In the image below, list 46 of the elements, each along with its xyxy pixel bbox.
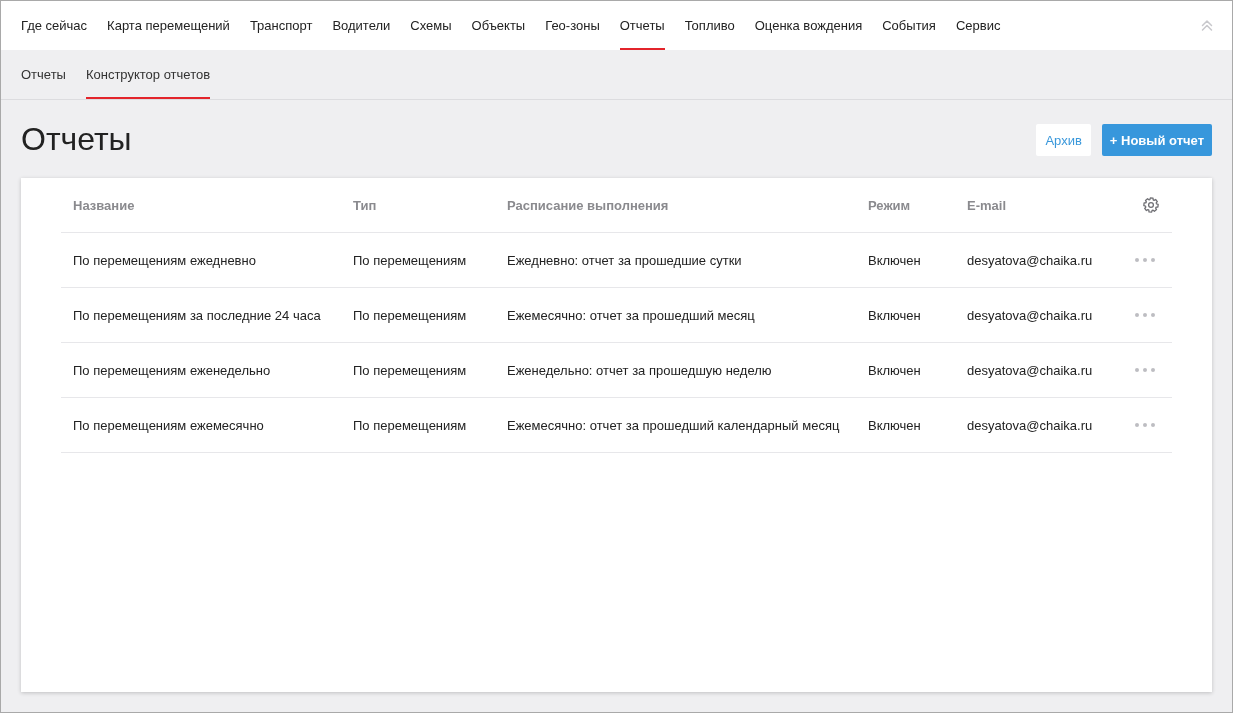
column-header: Тип [352, 197, 377, 213]
nav-tab[interactable]: Транспорт [249, 1, 313, 50]
table-cell-text: desyatova@chaika.ru [966, 417, 1093, 433]
table-cell-text: По перемещениям еженедельно [72, 362, 271, 378]
settings-icon[interactable] [1143, 197, 1159, 213]
sub-nav-tab[interactable]: Отчеты [21, 50, 66, 99]
table-cell-text: По перемещениям [352, 362, 467, 378]
table-cell-text: Ежедневно: отчет за прошедшие сутки [506, 252, 742, 268]
nav-tab[interactable]: Водители [332, 1, 391, 50]
table-cell-text: desyatova@chaika.ru [966, 252, 1093, 268]
table-cell-text: По перемещениям ежемесячно [72, 417, 264, 433]
table-cell-text: Ежемесячно: отчет за прошедший месяц [506, 307, 755, 323]
column-header: Название [72, 197, 135, 213]
page-title: Отчеты [21, 120, 132, 159]
table-cell-text: По перемещениям за последние 24 часа [72, 307, 321, 323]
nav-tab[interactable]: Оценка вождения [754, 1, 863, 50]
table-cell-text: Включен [867, 252, 921, 268]
column-header: Режим [867, 197, 911, 213]
nav-tab[interactable]: Отчеты [619, 1, 665, 50]
nav-tab[interactable]: Карта перемещений [107, 1, 230, 50]
table-cell-text: Включен [867, 362, 921, 378]
nav-tab[interactable]: Топливо [684, 1, 735, 50]
column-header: E-mail [966, 197, 1006, 213]
nav-tab[interactable]: Сервис [955, 1, 1001, 50]
table-cell-text: По перемещениям [352, 417, 467, 433]
table-cell-text: По перемещениям [352, 307, 467, 323]
nav-tab[interactable]: Объекты [471, 1, 526, 50]
table-cell-text: По перемещениям ежедневно [72, 252, 256, 268]
table-cell-text: Еженедельно: отчет за прошедшую неделю [506, 362, 772, 378]
table-cell-text: Включен [867, 307, 921, 323]
more-icon[interactable] [1135, 258, 1155, 262]
table-cell-text: Включен [867, 417, 921, 433]
nav-tab[interactable]: Схемы [410, 1, 452, 50]
double-chevron-up-icon[interactable] [1200, 17, 1214, 32]
more-icon[interactable] [1135, 313, 1155, 317]
nav-tab[interactable]: Где сейчас [21, 1, 88, 50]
table-cell-text: desyatova@chaika.ru [966, 362, 1093, 378]
nav-tab[interactable]: События [882, 1, 936, 50]
table-cell-text: По перемещениям [352, 252, 467, 268]
table-cell-text: desyatova@chaika.ru [966, 307, 1093, 323]
more-icon[interactable] [1135, 423, 1155, 427]
sub-nav-tab[interactable]: Конструктор отчетов [85, 50, 211, 99]
table-cell-text: Ежемесячно: отчет за прошедший календарный месяц [506, 417, 840, 433]
more-icon[interactable] [1135, 368, 1155, 372]
nav-tab[interactable]: Гео-зоны [545, 1, 600, 50]
column-header: Расписание выполнения [506, 197, 669, 213]
